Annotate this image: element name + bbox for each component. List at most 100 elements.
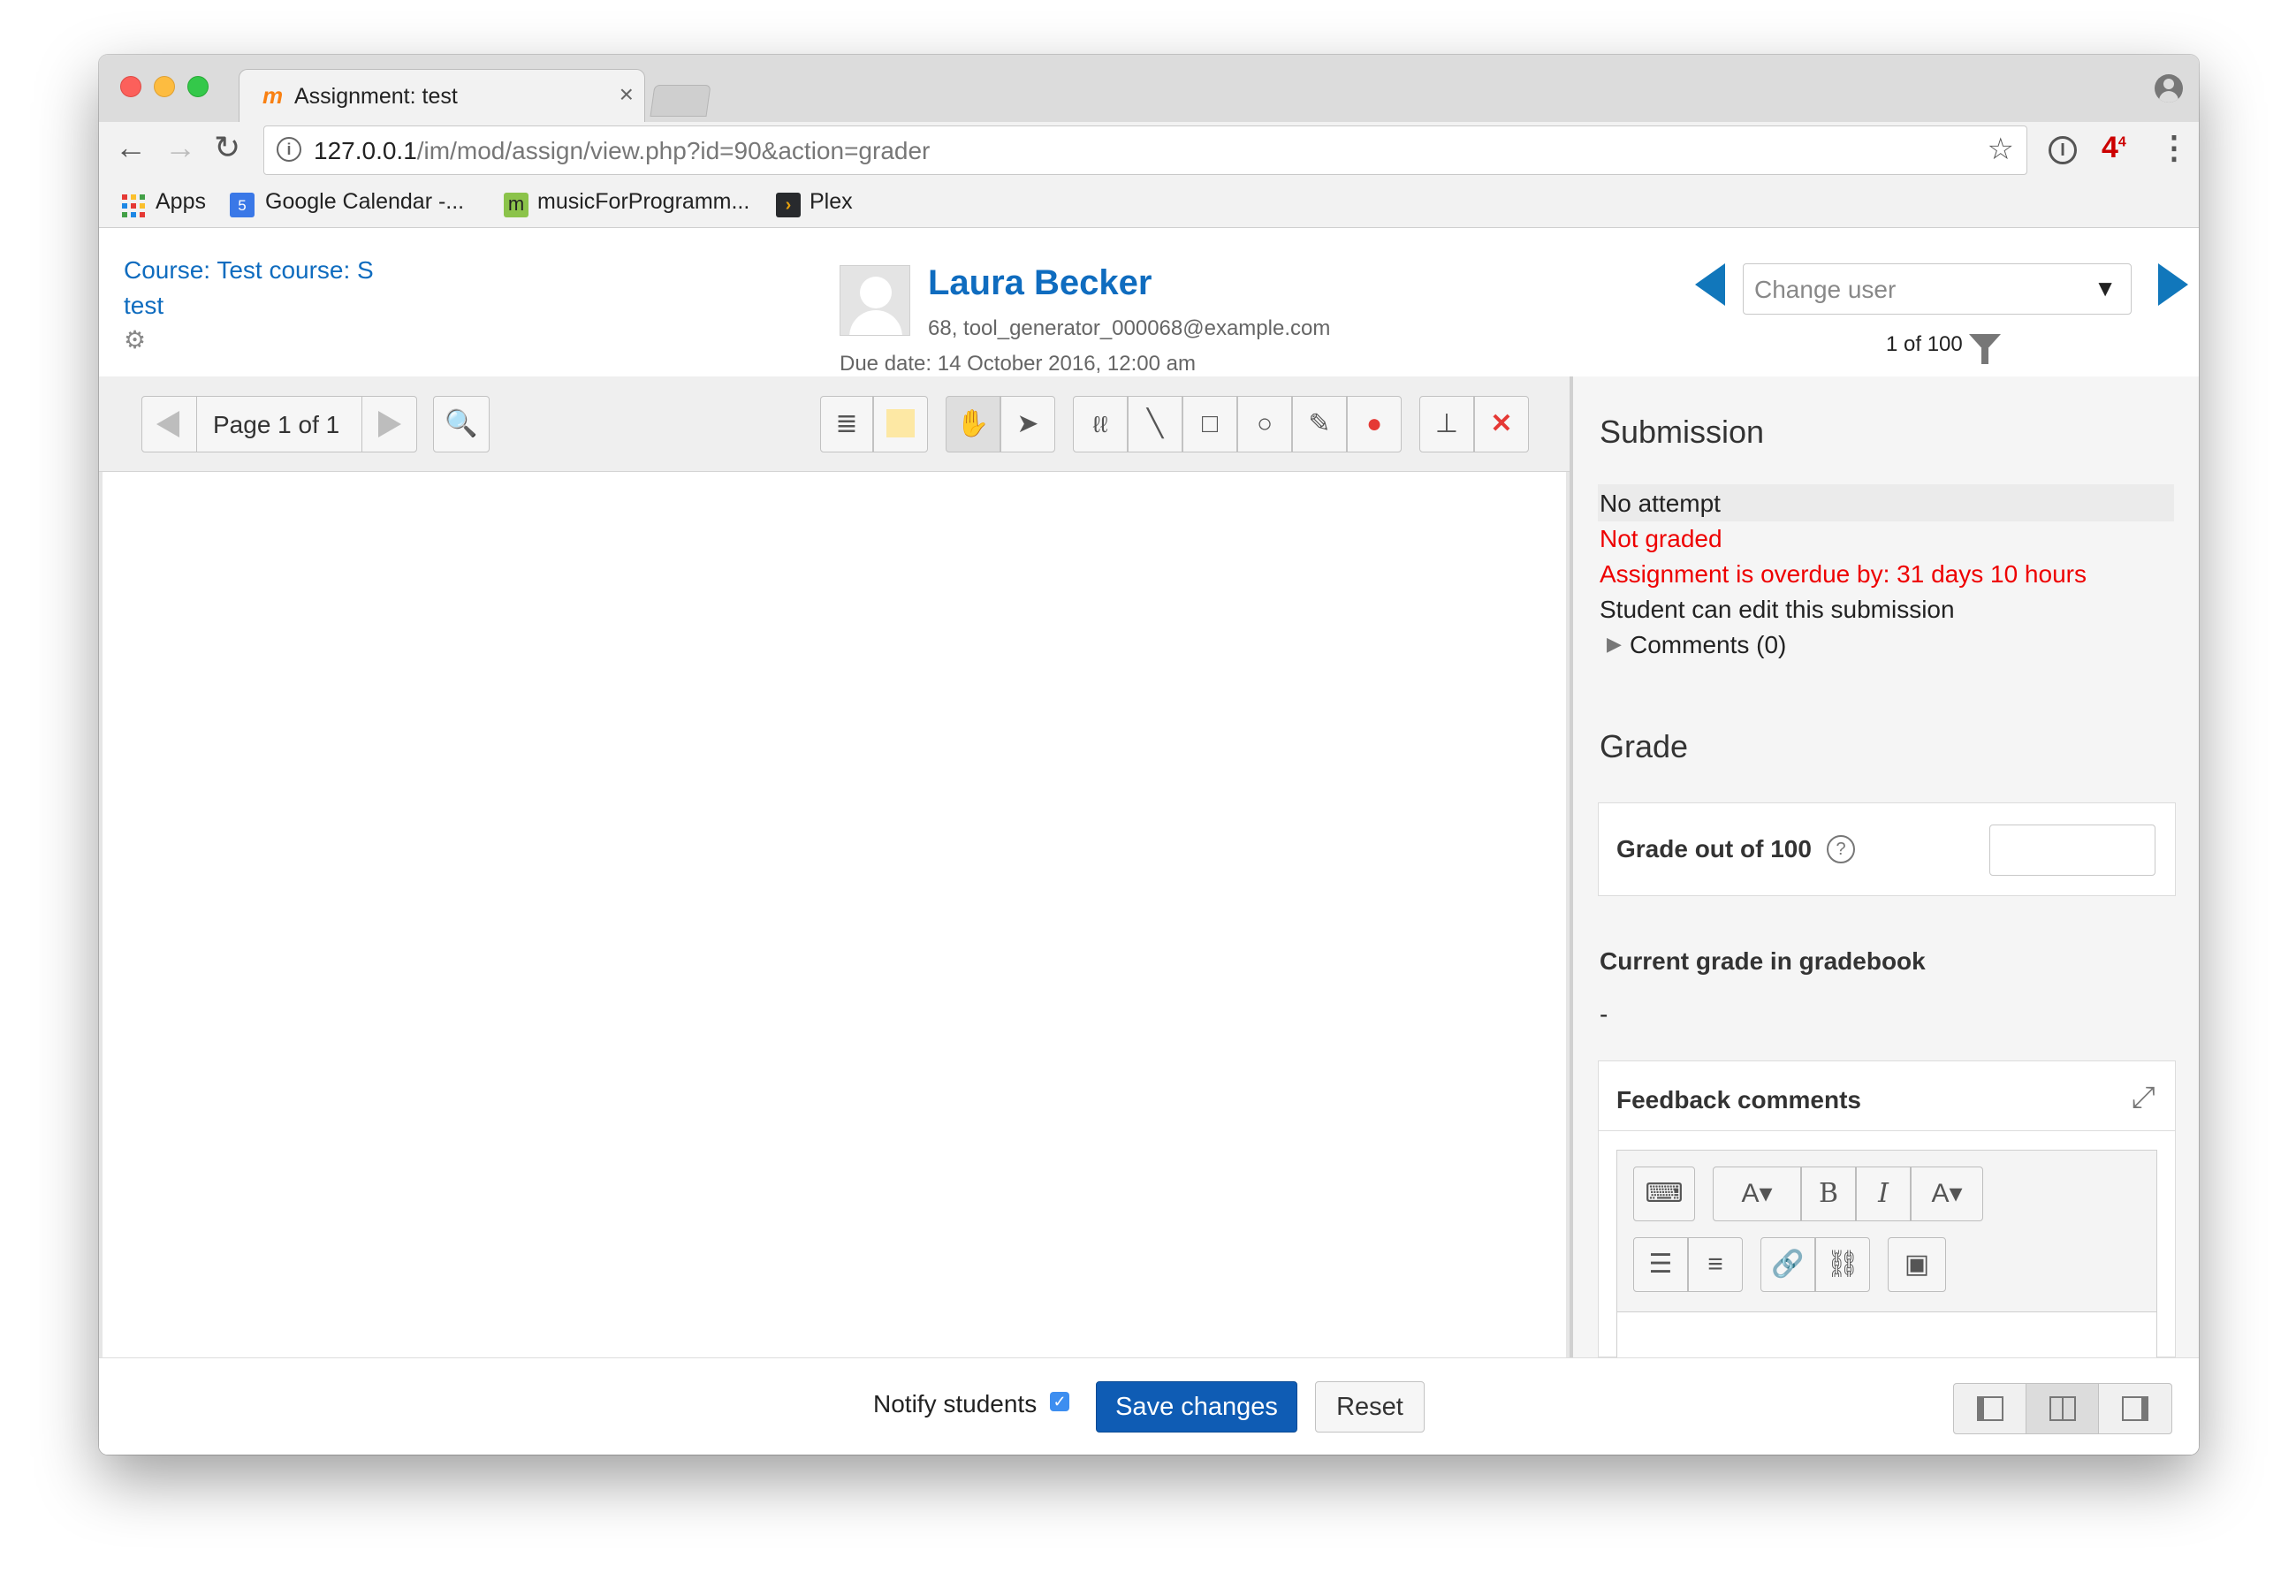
grade-input[interactable] — [1989, 825, 2155, 876]
bookmark-google-calendar[interactable]: Google Calendar -... — [265, 189, 464, 215]
browser-window: m Assignment: test × ← → ↻ i 127.0.0.1/i… — [99, 55, 2199, 1455]
bookmarks-bar: Apps 5 Google Calendar -... m musicForPr… — [99, 179, 2199, 228]
tab-title: Assignment: test — [294, 84, 458, 109]
page-indicator: Page 1 of 1 — [213, 411, 340, 438]
bullet-list-icon: ☰ — [1648, 1250, 1673, 1279]
extension-1password-icon[interactable]: I — [2049, 136, 2077, 164]
help-icon[interactable]: ? — [1827, 835, 1855, 863]
bookmark-star-icon[interactable]: ☆ — [1988, 132, 2014, 167]
layout-right-icon — [2122, 1396, 2148, 1421]
previous-page-button[interactable] — [142, 397, 197, 452]
pen-tool-button[interactable]: ℓℓ — [1073, 396, 1128, 452]
submission-status: No attempt — [1600, 490, 1721, 517]
next-page-button[interactable] — [361, 397, 416, 452]
italic-button[interactable]: I — [1856, 1167, 1911, 1221]
next-user-arrow-icon[interactable] — [2158, 263, 2188, 306]
expand-comments-icon[interactable]: ▶ — [1607, 633, 1622, 656]
layout-split-divider-icon — [2062, 1396, 2064, 1421]
keyboard-icon: ⌨ — [1645, 1179, 1684, 1208]
dropdown-triangle-icon: ▼ — [2094, 275, 2117, 301]
insert-image-button[interactable]: ▣ — [1888, 1237, 1946, 1292]
user-name-link[interactable]: Laura Becker — [928, 263, 1152, 303]
close-window-button[interactable] — [120, 76, 141, 97]
extension-badge-icon[interactable]: 44 — [2102, 131, 2126, 165]
annotation-color-button[interactable]: ● — [1347, 396, 1402, 452]
pen-squiggle-icon: ℓℓ — [1092, 411, 1108, 437]
line-tool-button[interactable]: ╲ — [1128, 396, 1182, 452]
highlight-tool-button[interactable]: ✎ — [1292, 396, 1347, 452]
current-grade-label: Current grade in gradebook — [1600, 947, 1926, 975]
grading-footer: Notify students ✓ Save changes Reset — [99, 1357, 2199, 1455]
browser-tab[interactable]: m Assignment: test × — [239, 69, 645, 124]
feedback-divider — [1599, 1130, 2175, 1131]
profile-icon[interactable] — [2155, 74, 2183, 103]
unlink-button[interactable]: ⛓ — [1815, 1237, 1870, 1292]
course-link[interactable]: Course: Test course: S — [124, 256, 374, 285]
assignment-link[interactable]: test — [124, 292, 163, 320]
feedback-comments-label: Feedback comments — [1616, 1086, 1861, 1113]
document-canvas[interactable] — [103, 472, 1566, 1357]
previous-page-icon — [156, 411, 179, 437]
new-tab-button[interactable] — [650, 85, 711, 117]
link-icon: 🔗 — [1771, 1250, 1805, 1279]
layout-left-icon — [1977, 1396, 2003, 1421]
pan-tool-button[interactable]: ✋ — [946, 396, 1000, 452]
bookmark-apps[interactable]: Apps — [156, 189, 206, 215]
change-user-select[interactable]: Change user ▼ — [1743, 263, 2132, 315]
unordered-list-button[interactable]: ☰ — [1633, 1237, 1688, 1292]
edit-status: Student can edit this submission — [1600, 596, 1955, 623]
change-user-placeholder: Change user — [1754, 276, 1897, 303]
reload-icon[interactable]: ↻ — [214, 129, 240, 166]
settings-gear-icon[interactable]: ⚙ — [124, 325, 146, 354]
current-grade-value[interactable]: - — [1600, 1000, 1608, 1029]
info-icon[interactable]: i — [277, 137, 301, 162]
stamp-tool-button[interactable]: ⊥ — [1419, 396, 1474, 452]
tab-close-icon[interactable]: × — [620, 80, 634, 109]
rectangle-icon: □ — [1201, 409, 1219, 438]
bookmark-plex[interactable]: Plex — [810, 189, 853, 215]
editor-content-area[interactable] — [1617, 1311, 2156, 1359]
ink-drop-icon: ● — [1365, 409, 1383, 438]
expand-fullscreen-icon[interactable]: ⤢ — [2132, 1081, 2155, 1115]
moodle-favicon-icon: m — [262, 82, 284, 109]
toolbar-toggle-button[interactable]: ⌨ — [1633, 1167, 1695, 1221]
ordered-list-button[interactable]: ≡ — [1688, 1237, 1743, 1292]
font-size-icon: A▾ — [1741, 1179, 1773, 1208]
collapse-review-panel-button[interactable] — [2099, 1384, 2171, 1433]
grade-label: Grade out of 100 — [1616, 835, 1812, 863]
save-changes-button[interactable]: Save changes — [1096, 1381, 1297, 1433]
default-layout-button[interactable] — [2026, 1384, 2099, 1433]
delete-x-icon: ✕ — [1490, 409, 1513, 438]
back-arrow-icon[interactable]: ← — [115, 129, 147, 166]
minimize-window-button[interactable] — [154, 76, 175, 97]
google-calendar-icon: 5 — [230, 193, 255, 217]
image-icon: ▣ — [1904, 1250, 1930, 1279]
search-comments-button[interactable]: 🔍 — [433, 396, 490, 452]
delete-annotation-button[interactable]: ✕ — [1474, 396, 1529, 452]
comments-link[interactable]: Comments (0) — [1630, 631, 1786, 659]
previous-user-arrow-icon[interactable] — [1695, 263, 1725, 306]
grading-panel: Submission No attempt Not graded Assignm… — [1573, 376, 2199, 1359]
text-color-button[interactable]: A▾ — [1911, 1167, 1983, 1221]
select-tool-button[interactable]: ➤ — [1000, 396, 1055, 452]
font-size-button[interactable]: A▾ — [1713, 1167, 1801, 1221]
rectangle-tool-button[interactable]: □ — [1182, 396, 1237, 452]
notify-students-checkbox[interactable]: ✓ — [1050, 1392, 1069, 1411]
comment-color-button[interactable] — [873, 396, 928, 452]
bold-button[interactable]: B — [1801, 1167, 1856, 1221]
link-button[interactable]: 🔗 — [1760, 1237, 1815, 1292]
bookmark-music-for-programming[interactable]: musicForProgramm... — [537, 189, 749, 215]
address-bar[interactable]: i 127.0.0.1/im/mod/assign/view.php?id=90… — [263, 125, 2027, 175]
annotation-editor: Page 1 of 1 🔍 ≣ ✋ ➤ ℓℓ ╲ □ ○ ✎ ● ⊥ ✕ — [99, 376, 1573, 1357]
browser-menu-icon[interactable]: ⋮ — [2158, 129, 2190, 166]
reset-button[interactable]: Reset — [1315, 1381, 1425, 1433]
forward-arrow-icon[interactable]: → — [164, 129, 196, 166]
maximize-window-button[interactable] — [187, 76, 209, 97]
user-info: 68, tool_generator_000068@example.com — [928, 316, 1331, 340]
comment-tool-button[interactable]: ≣ — [820, 396, 873, 452]
circle-icon: ○ — [1256, 409, 1273, 438]
collapse-grade-panel-button[interactable] — [1954, 1384, 2026, 1433]
notify-students-label: Notify students — [873, 1390, 1038, 1417]
overdue-status: Assignment is overdue by: 31 days 10 hou… — [1600, 560, 2087, 588]
oval-tool-button[interactable]: ○ — [1237, 396, 1292, 452]
